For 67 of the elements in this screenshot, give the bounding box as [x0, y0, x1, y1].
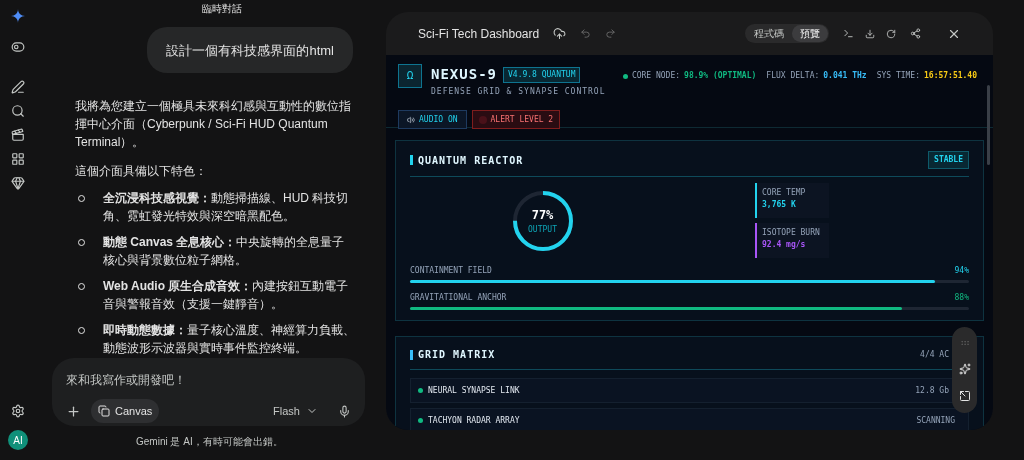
- media-icon[interactable]: [11, 128, 25, 142]
- app-subtitle: DEFENSE GRID & SYNAPSE CONTROL: [431, 86, 606, 98]
- canvas-button[interactable]: Canvas: [91, 399, 160, 423]
- status-badge: STABLE: [928, 151, 969, 169]
- user-message: 設計一個有科技感界面的html: [166, 43, 334, 58]
- feature-text: 全沉浸科技感視覺：動態掃描線、HUD 科技切角、霓虹發光特效與深空暗黑配色。: [103, 190, 350, 225]
- alert-button[interactable]: ALERT LEVEL 2: [471, 110, 561, 129]
- toggle-icon[interactable]: [11, 40, 25, 54]
- share-icon[interactable]: [910, 28, 921, 39]
- model-dropdown[interactable]: Flash: [273, 402, 318, 420]
- system-name: NEURAL SYNAPSE LINK: [428, 384, 520, 397]
- feature-text: 即時動態數據：量子核心溫度、神經算力負載、動態波形示波器與實時事件監控終端。: [103, 322, 355, 357]
- settings-icon[interactable]: [11, 404, 25, 418]
- status-label: FLUX DELTA:: [766, 70, 820, 82]
- gem-icon[interactable]: [11, 176, 25, 190]
- system-name: TACHYON RADAR ARRAY: [428, 414, 520, 427]
- stat-label: ISOTOPE BURN: [762, 227, 821, 239]
- console-icon[interactable]: [843, 28, 854, 39]
- version-tag: V4.9.8 QUANTUM: [503, 66, 581, 83]
- logo-badge: Ω: [398, 64, 422, 88]
- stat-label: CORE TEMP: [762, 187, 807, 199]
- refresh-icon[interactable]: [886, 28, 896, 39]
- feature-text: 動態 Canvas 全息核心：中央旋轉的全息量子核心與背景數位粒子網格。: [103, 234, 346, 269]
- speaker-icon: [407, 115, 415, 124]
- response-paragraph: 這個介面具備以下特色：: [75, 163, 208, 180]
- system-reading: SCANNING: [916, 414, 955, 427]
- view-tab[interactable]: 預覽: [792, 25, 828, 42]
- edit-icon[interactable]: [11, 80, 25, 94]
- app-name: NEXUS-9: [431, 65, 497, 84]
- meter-reading: 94%: [954, 265, 969, 277]
- prompt-field[interactable]: 來和我寫作或開發吧！: [66, 371, 351, 389]
- canvas-icon: [98, 405, 110, 417]
- disclaimer: Gemini 是 AI，有時可能會出錯。: [136, 435, 283, 449]
- meter-reading: 88%: [954, 292, 969, 304]
- status-value: 16:57:51.40: [924, 70, 977, 82]
- mic-icon[interactable]: [338, 404, 351, 418]
- view-tab[interactable]: 程式碼: [746, 25, 792, 42]
- status-value: 98.9% (OPTIMAL): [684, 70, 757, 82]
- feature-text: Web Audio 原生合成音效：內建按鈕互動電子音與警報音效（支援一鍵靜音）。: [103, 278, 350, 313]
- sparkle-icon[interactable]: [958, 363, 971, 375]
- gauge-label: OUTPUT: [528, 223, 557, 236]
- status-label: CORE NODE:: [631, 70, 681, 82]
- undo-icon[interactable]: [580, 28, 592, 39]
- redo-icon[interactable]: [605, 28, 617, 39]
- meter-label: CONTAINMENT FIELD: [410, 265, 492, 277]
- active-count: 4/4 AC: [920, 348, 949, 361]
- gauge-value: 77%: [531, 206, 554, 224]
- audio-button[interactable]: AUDIO ON: [398, 110, 467, 129]
- panel-title: GRID MATRIX: [418, 348, 496, 362]
- add-icon[interactable]: [66, 403, 81, 419]
- stat-value: 92.4 mg/s: [762, 239, 807, 251]
- apps-icon[interactable]: [11, 152, 25, 166]
- system-reading: 12.8 Gb: [915, 384, 949, 397]
- status-value: 0.041 THz: [823, 70, 867, 82]
- select-icon[interactable]: [958, 389, 971, 402]
- download-icon[interactable]: [865, 28, 875, 39]
- chat-title: 臨時對話: [202, 2, 242, 16]
- response-paragraph: 我將為您建立一個極具未來科幻感與互動性的數位指揮中心介面（Cyberpunk / Sci-Fi HUD Quantum Terminal）。: [75, 98, 352, 151]
- avatar[interactable]: AI: [8, 430, 28, 450]
- panel-title: QUANTUM REACTOR: [418, 153, 524, 168]
- search-icon[interactable]: [11, 104, 25, 118]
- status-label: SYS TIME:: [876, 70, 920, 82]
- star-logo-icon[interactable]: [11, 9, 25, 23]
- cloud-icon[interactable]: [553, 27, 567, 40]
- meter-label: GRAVITATIONAL ANCHOR: [410, 292, 507, 304]
- stat-value: 3,765 K: [762, 199, 797, 211]
- canvas-title: Sci-Fi Tech Dashboard: [418, 25, 540, 43]
